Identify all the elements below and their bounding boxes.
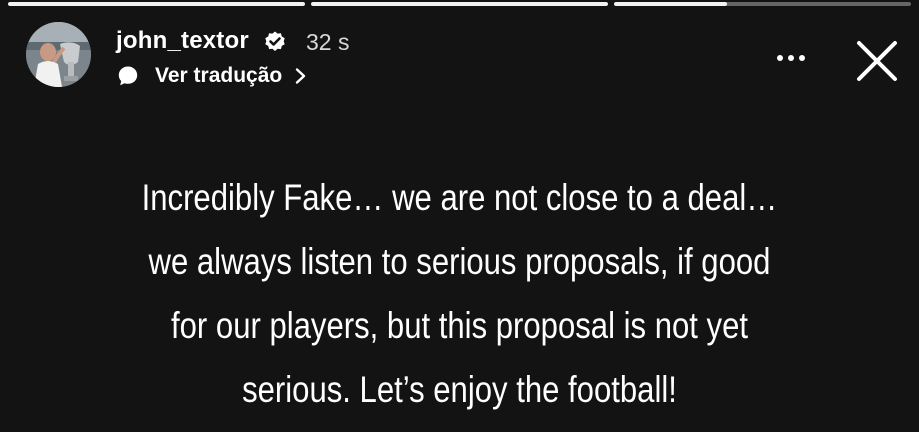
speech-bubble-icon — [118, 66, 138, 86]
story-line-2: we always listen to serious proposals, i… — [148, 241, 771, 282]
progress-segment-2 — [311, 2, 608, 6]
story-viewer: john_textor 32 s Ver tradução Incredibly… — [0, 0, 919, 432]
progress-fill — [614, 2, 727, 6]
chevron-right-icon — [296, 68, 306, 84]
progress-fill — [311, 2, 608, 6]
story-text: Incredibly Fake… we are not close to a d… — [107, 166, 812, 422]
more-dots-icon[interactable] — [773, 48, 809, 68]
verified-badge-icon — [265, 31, 285, 51]
close-icon[interactable] — [852, 36, 902, 86]
avatar[interactable] — [26, 22, 91, 87]
story-line-1: Incredibly Fake… we are not close to a d… — [141, 177, 778, 218]
story-line-4: serious. Let’s enjoy the football! — [242, 369, 677, 410]
progress-fill — [8, 2, 305, 6]
translate-label: Ver tradução — [155, 64, 283, 87]
username[interactable]: john_textor — [116, 27, 249, 55]
progress-segment-1 — [8, 2, 305, 6]
story-progress — [8, 2, 911, 6]
story-line-3: for our players, but this proposal is no… — [170, 305, 749, 346]
post-time: 32 s — [306, 29, 350, 55]
profile-photo — [26, 22, 91, 87]
progress-segment-3 — [614, 2, 911, 6]
translate-button[interactable]: Ver tradução — [116, 62, 308, 90]
